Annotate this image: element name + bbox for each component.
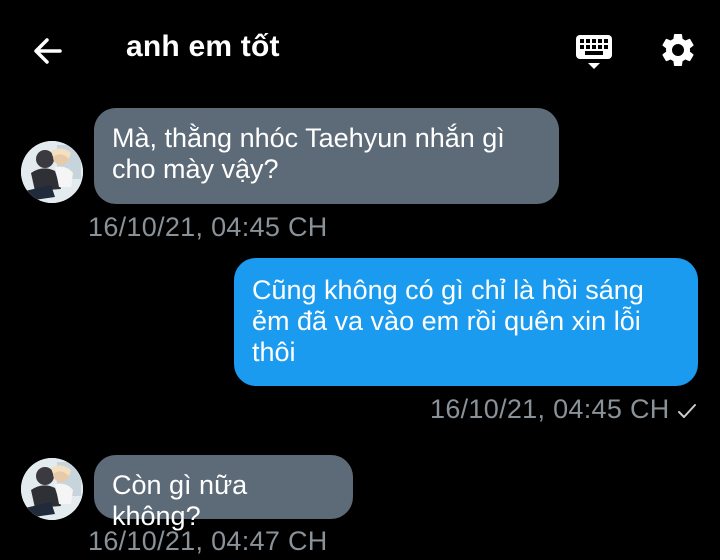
message-bubble-incoming[interactable]: Mà, thằng nhóc Taehyun nhắn gì cho mày v…	[94, 108, 559, 204]
chat-title: anh em tốt	[126, 30, 280, 63]
message-timestamp: 16/10/21, 04:47 CH	[88, 526, 328, 556]
avatar[interactable]	[21, 141, 83, 203]
message-bubble-outgoing[interactable]: Cũng không có gì chỉ là hồi sáng ẻm đã v…	[234, 258, 698, 386]
gear-icon[interactable]	[658, 30, 698, 70]
keyboard-icon[interactable]	[574, 31, 614, 71]
message-bubble-incoming[interactable]: Còn gì nữa không?	[94, 455, 353, 531]
avatar[interactable]	[21, 458, 83, 520]
arrow-left-icon[interactable]	[30, 33, 66, 69]
message-line: Cũng không có gì chỉ là hồi sáng	[252, 275, 644, 305]
message-line: ẻm đã va vào em rồi quên xin lỗi	[252, 306, 641, 336]
check-icon	[676, 400, 698, 422]
message-timestamp: 16/10/21, 04:45 CH	[430, 394, 670, 424]
message-line: Mà, thằng nhóc Taehyun nhắn gì	[112, 123, 505, 153]
message-line: thôi	[252, 337, 296, 367]
top-bar: anh em tốt	[0, 0, 720, 100]
message-timestamp: 16/10/21, 04:45 CH	[88, 212, 328, 242]
message-line: cho mày vậy?	[112, 154, 279, 184]
message-line: Còn gì nữa không?	[112, 470, 248, 531]
